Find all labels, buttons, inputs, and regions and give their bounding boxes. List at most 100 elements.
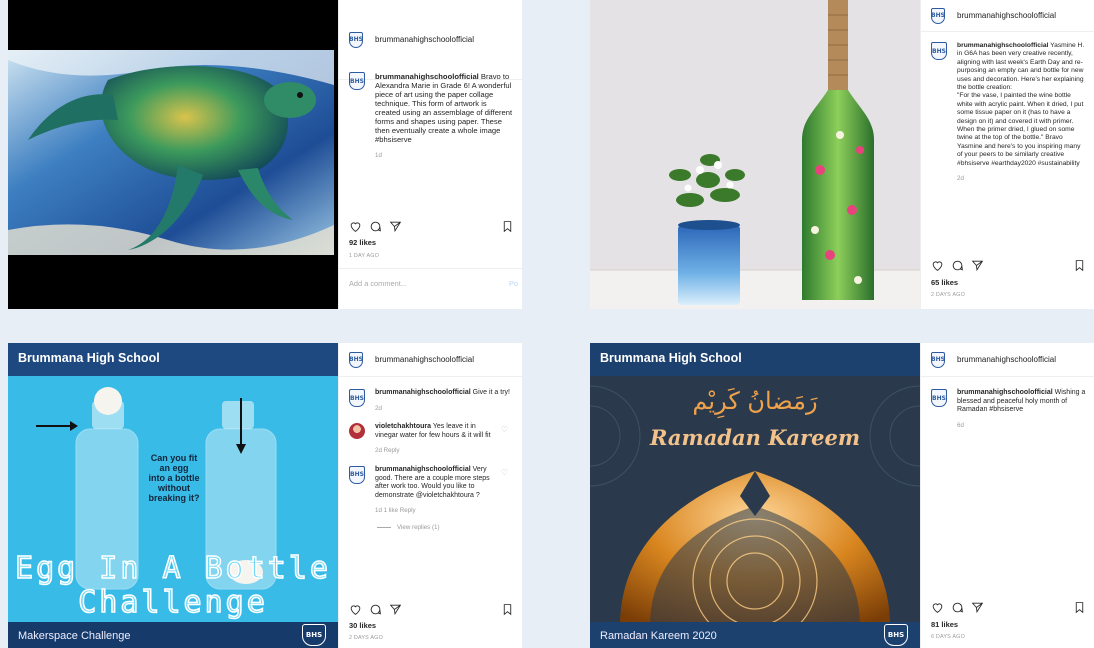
comment-icon[interactable] bbox=[951, 601, 964, 614]
footer-text: Makerspace Challenge bbox=[18, 630, 131, 642]
view-replies-text: View replies (1) bbox=[397, 523, 440, 531]
school-logo-icon[interactable]: BHS bbox=[931, 389, 947, 407]
like-comment-heart-icon[interactable]: ♡ bbox=[501, 468, 508, 477]
post-age: 2 DAYS AGO bbox=[349, 635, 383, 641]
bookmark-icon[interactable] bbox=[1073, 601, 1086, 614]
post-time: 2d bbox=[375, 404, 382, 412]
image-footer: Makerspace Challenge BHS bbox=[8, 622, 338, 648]
add-comment-input[interactable]: Add a comment... bbox=[349, 279, 407, 288]
sea-turtle-collage-image bbox=[8, 50, 334, 255]
likes-count[interactable]: 30 likes bbox=[349, 621, 376, 630]
caption-username[interactable]: brummanahighschoolofficial bbox=[375, 389, 471, 396]
share-icon[interactable] bbox=[971, 601, 984, 614]
post-header: BHS brummanahighschoolofficial bbox=[339, 0, 522, 80]
action-bar bbox=[931, 601, 1086, 614]
bookmark-icon[interactable] bbox=[1073, 259, 1086, 272]
school-crest-icon: BHS bbox=[302, 624, 326, 646]
school-logo-icon[interactable]: BHS bbox=[349, 72, 365, 90]
username-link[interactable]: brummanahighschoolofficial bbox=[375, 35, 474, 44]
view-replies-link[interactable]: View replies (1) bbox=[339, 516, 522, 531]
share-icon[interactable] bbox=[971, 259, 984, 272]
post-header: BHS brummanahighschoolofficial bbox=[339, 343, 522, 377]
post-card-3: Brummana High School Can you fit an egg … bbox=[8, 343, 522, 648]
post-header: BHS brummanahighschoolofficial bbox=[921, 0, 1094, 32]
post-1-image[interactable] bbox=[8, 0, 338, 309]
post-age: 1 DAY AGO bbox=[349, 253, 380, 259]
school-logo-icon[interactable]: BHS bbox=[931, 351, 945, 368]
post-card-2: BHS brummanahighschoolofficial BHS brumm… bbox=[590, 0, 1094, 309]
comment-icon[interactable] bbox=[369, 220, 382, 233]
post-comment-button[interactable]: Po bbox=[509, 279, 518, 288]
comment-icon[interactable] bbox=[369, 603, 382, 616]
caption: BHS brummanahighschoolofficial Bravo to … bbox=[339, 72, 522, 160]
school-banner: Brummana High School bbox=[590, 343, 920, 376]
caption-username[interactable]: brummanahighschoolofficial bbox=[957, 389, 1053, 396]
post-3-image[interactable]: Brummana High School Can you fit an egg … bbox=[8, 343, 338, 648]
school-crest-icon: BHS bbox=[884, 624, 908, 646]
comment-icon[interactable] bbox=[951, 259, 964, 272]
post-time: 6d bbox=[957, 421, 964, 429]
share-icon[interactable] bbox=[389, 603, 402, 616]
school-logo-icon[interactable]: BHS bbox=[349, 465, 365, 484]
footer-text: Ramadan Kareem 2020 bbox=[600, 630, 717, 642]
add-comment-bar: Add a comment... Po bbox=[339, 268, 522, 298]
username-link[interactable]: brummanahighschoolofficial bbox=[957, 11, 1056, 20]
post-4-sidebar: BHS brummanahighschoolofficial BHS brumm… bbox=[920, 343, 1094, 648]
caption: BHS brummanahighschoolofficial Yasmine H… bbox=[921, 32, 1094, 184]
latin-greeting: Ramadan Kareem bbox=[649, 425, 861, 450]
challenge-title-line-2: Challenge bbox=[77, 584, 268, 621]
likes-count[interactable]: 81 likes bbox=[931, 620, 958, 629]
replies-divider bbox=[377, 526, 391, 528]
caption-text: Give it a try! bbox=[472, 389, 510, 396]
image-footer: Ramadan Kareem 2020 BHS bbox=[590, 622, 920, 648]
avatar[interactable] bbox=[349, 423, 365, 440]
share-icon[interactable] bbox=[389, 220, 402, 233]
action-bar bbox=[349, 220, 514, 233]
post-time: 2d bbox=[957, 175, 964, 183]
caption-username[interactable]: brummanahighschoolofficial bbox=[375, 72, 479, 81]
post-time: 1d bbox=[375, 152, 382, 159]
likes-count[interactable]: 65 likes bbox=[931, 278, 958, 287]
like-comment-heart-icon[interactable]: ♡ bbox=[501, 425, 508, 434]
heart-icon[interactable] bbox=[349, 603, 362, 616]
school-logo-icon[interactable]: BHS bbox=[931, 7, 945, 24]
school-logo-icon[interactable]: BHS bbox=[349, 31, 363, 48]
caption-text: Yasmine H. in G6A has been very creative… bbox=[957, 42, 1085, 167]
username-link[interactable]: brummanahighschoolofficial bbox=[375, 355, 474, 364]
caption-username[interactable]: brummanahighschoolofficial bbox=[957, 42, 1048, 49]
comment-username[interactable]: violetchakhtoura bbox=[375, 423, 431, 430]
question-text: Can you fit an egg into a bottle without… bbox=[148, 453, 200, 503]
heart-icon[interactable] bbox=[931, 601, 944, 614]
post-age: 2 DAYS AGO bbox=[931, 292, 965, 298]
school-logo-icon[interactable]: BHS bbox=[349, 389, 365, 407]
post-4-image[interactable]: Brummana High School رَمَضانُ كَرِيْم Ra… bbox=[590, 343, 920, 648]
school-banner: Brummana High School bbox=[8, 343, 338, 376]
comment-username[interactable]: brummanahighschoolofficial bbox=[375, 466, 471, 473]
school-logo-icon[interactable]: BHS bbox=[931, 42, 947, 60]
heart-icon[interactable] bbox=[349, 220, 362, 233]
arabic-greeting: رَمَضانُ كَرِيْم bbox=[692, 387, 818, 415]
post-header: BHS brummanahighschoolofficial bbox=[921, 343, 1094, 377]
comment-meta[interactable]: 1d 1 like Reply bbox=[375, 507, 498, 516]
username-link[interactable]: brummanahighschoolofficial bbox=[957, 355, 1056, 364]
post-card-4: Brummana High School رَمَضانُ كَرِيْم Ra… bbox=[590, 343, 1094, 648]
post-2-sidebar: BHS brummanahighschoolofficial BHS brumm… bbox=[920, 0, 1094, 309]
likes-count[interactable]: 92 likes bbox=[349, 238, 376, 247]
caption-text: Bravo to Alexandra Marie in Grade 6! A w… bbox=[375, 72, 513, 144]
caption: BHS brummanahighschoolofficial Give it a… bbox=[339, 377, 522, 413]
school-logo-icon[interactable]: BHS bbox=[349, 351, 363, 368]
heart-icon[interactable] bbox=[931, 259, 944, 272]
post-3-sidebar: BHS brummanahighschoolofficial BHS brumm… bbox=[338, 343, 522, 648]
action-bar bbox=[349, 603, 514, 616]
comment-meta[interactable]: 2d Reply bbox=[375, 447, 498, 456]
comment-item: violetchakhtoura Yes leave it in vinegar… bbox=[339, 413, 522, 456]
post-2-image[interactable] bbox=[590, 0, 920, 309]
comment-item: BHS brummanahighschoolofficial Very good… bbox=[339, 456, 522, 516]
decorated-bottle-and-can-image bbox=[590, 0, 920, 309]
post-age: 6 DAYS AGO bbox=[931, 634, 965, 640]
action-bar bbox=[931, 259, 1086, 272]
caption: BHS brummanahighschoolofficial Wishing a… bbox=[921, 377, 1094, 430]
post-card-1: BHS brummanahighschoolofficial BHS brumm… bbox=[8, 0, 522, 309]
bookmark-icon[interactable] bbox=[501, 603, 514, 616]
bookmark-icon[interactable] bbox=[501, 220, 514, 233]
